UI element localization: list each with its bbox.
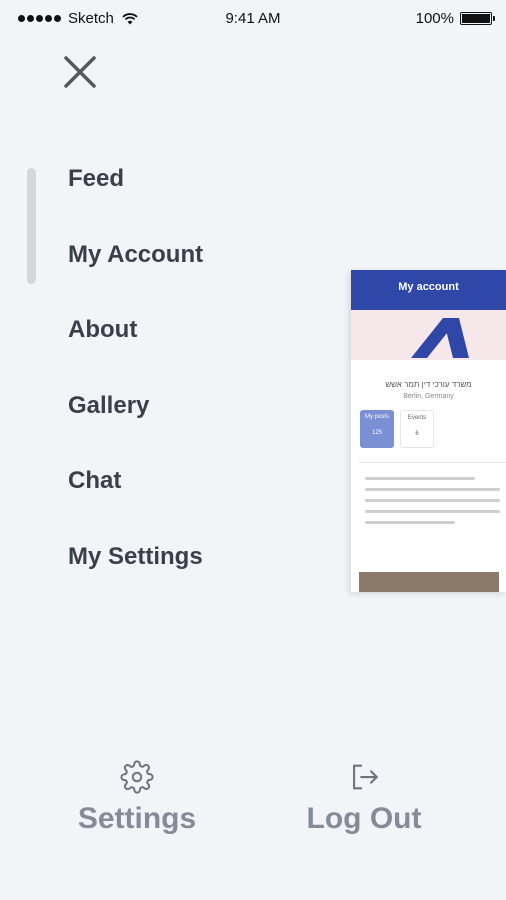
- menu-item-about[interactable]: About: [68, 311, 203, 387]
- preview-stat-events: Events 6: [400, 410, 434, 448]
- status-right: 100%: [415, 10, 495, 27]
- status-bar: Sketch 9:41 AM 100%: [0, 0, 506, 38]
- logout-icon: [353, 764, 378, 790]
- side-menu: Feed My Account About Gallery Chat My Se…: [68, 160, 203, 613]
- preview-location: Berlin, Germany: [403, 393, 454, 400]
- close-button[interactable]: [60, 52, 100, 92]
- settings-label: Settings: [77, 802, 197, 835]
- menu-item-feed[interactable]: Feed: [68, 160, 203, 236]
- scroll-indicator[interactable]: [27, 168, 36, 284]
- preview-stats: My posts 125 Events 6: [360, 410, 506, 448]
- preview-photo: [359, 572, 499, 592]
- menu-item-chat[interactable]: Chat: [68, 462, 203, 538]
- menu-item-gallery[interactable]: Gallery: [68, 387, 203, 463]
- menu-item-my-settings[interactable]: My Settings: [68, 538, 203, 614]
- battery-icon: [460, 12, 495, 25]
- battery-percent: 100%: [415, 10, 454, 27]
- menu-item-my-account[interactable]: My Account: [68, 236, 203, 312]
- preview-title: My account: [398, 281, 459, 293]
- preview-stat-posts: My posts 125: [360, 410, 394, 448]
- preview-profile-name: משרד עורכי דין תמר אשש: [385, 380, 472, 389]
- preview-post: [359, 462, 506, 572]
- logout-label: Log Out: [306, 802, 422, 835]
- gear-icon: [120, 760, 154, 794]
- preview-banner: My account: [351, 270, 506, 360]
- main-screen-preview[interactable]: My account משרד עורכי דין תמר אשש Berlin…: [351, 270, 506, 592]
- close-icon: [64, 56, 96, 88]
- logout-button[interactable]: Log Out: [284, 760, 444, 836]
- settings-button[interactable]: Settings: [57, 760, 217, 836]
